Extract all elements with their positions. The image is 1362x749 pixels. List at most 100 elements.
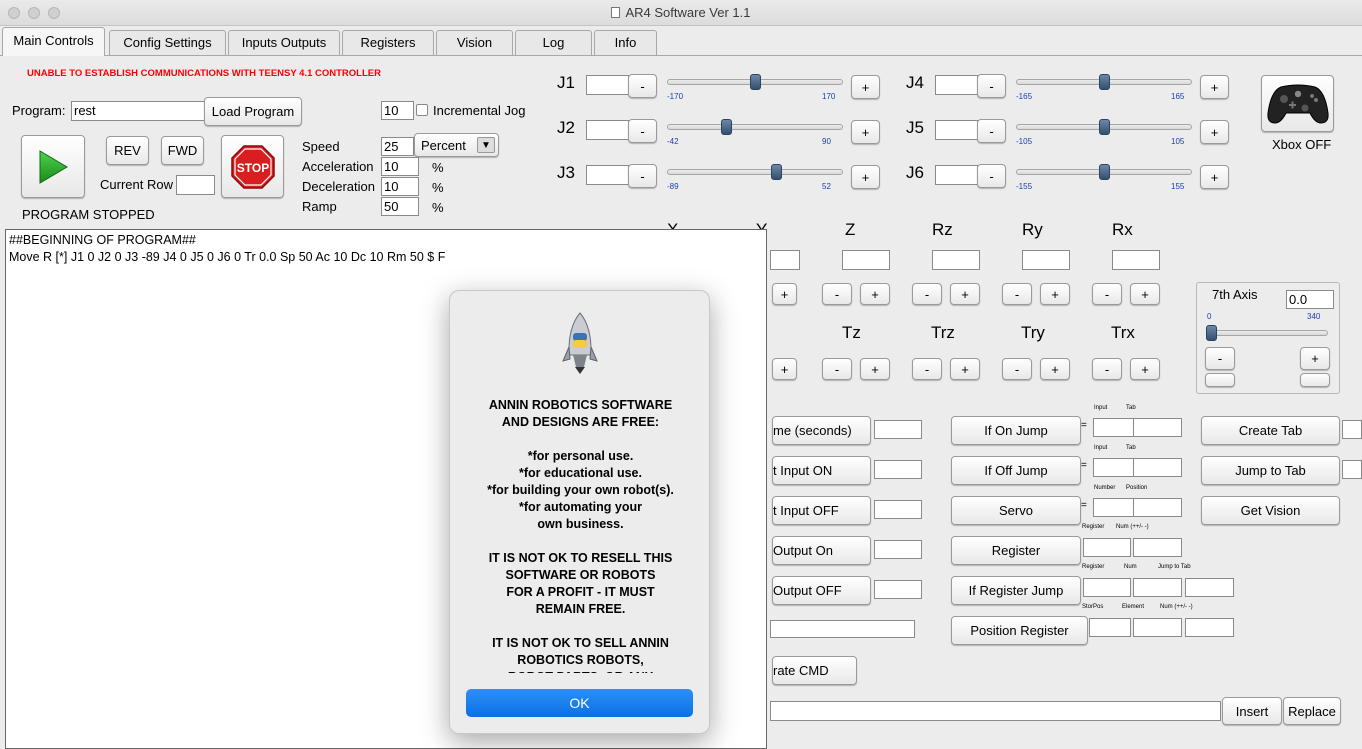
jump-to-tab-button[interactable]: Jump to Tab (1201, 456, 1340, 485)
if-on-input-field[interactable] (1093, 418, 1134, 437)
stop-button[interactable]: STOP (221, 135, 284, 198)
ry-plus-button[interactable]: + (1040, 283, 1070, 305)
command-entry-input[interactable] (770, 701, 1221, 721)
z-plus-button[interactable]: + (860, 283, 890, 305)
axis7-value-input[interactable]: 0.0 (1286, 290, 1334, 309)
try-plus-button[interactable]: + (1040, 358, 1070, 380)
j4-minus-button[interactable]: - (977, 74, 1006, 98)
wait-input-on-button[interactable]: t Input ON (772, 456, 871, 485)
axis7-slider-track[interactable] (1206, 330, 1328, 336)
wait-time-button[interactable]: me (seconds) (772, 416, 871, 445)
try-minus-button[interactable]: - (1002, 358, 1032, 380)
rev-button[interactable]: REV (106, 136, 149, 165)
rx-value-input[interactable] (1112, 250, 1160, 270)
j5-angle-input[interactable] (935, 120, 978, 140)
if-on-jump-button[interactable]: If On Jump (951, 416, 1081, 445)
if-register-num-field[interactable] (1133, 578, 1182, 597)
ok-button[interactable]: OK (466, 689, 693, 717)
servo-position-field[interactable] (1133, 498, 1182, 517)
servo-number-field[interactable] (1093, 498, 1134, 517)
calculate-cmd-button[interactable]: rate CMD (772, 656, 857, 685)
if-register-jump-button[interactable]: If Register Jump (951, 576, 1081, 605)
servo-button[interactable]: Servo (951, 496, 1081, 525)
z-value-input[interactable] (842, 250, 890, 270)
rz-value-input[interactable] (932, 250, 980, 270)
j5-plus-button[interactable]: + (1200, 120, 1229, 144)
trx-plus-button[interactable]: + (1130, 358, 1160, 380)
tab-config-settings[interactable]: Config Settings (109, 30, 226, 55)
tab-info[interactable]: Info (594, 30, 657, 55)
j2-plus-button[interactable]: + (851, 120, 880, 144)
j6-plus-button[interactable]: + (1200, 165, 1229, 189)
output-on-input[interactable] (874, 540, 922, 559)
fwd-button[interactable]: FWD (161, 136, 204, 165)
acceleration-input[interactable]: 10 (381, 157, 419, 176)
xbox-button[interactable] (1261, 75, 1334, 132)
deceleration-input[interactable]: 10 (381, 177, 419, 196)
position-register-button[interactable]: Position Register (951, 616, 1088, 645)
rz-minus-button[interactable]: - (912, 283, 942, 305)
tz-plus-button[interactable]: + (860, 358, 890, 380)
j1-slider-thumb[interactable] (750, 74, 761, 90)
wait-input-on-input[interactable] (874, 460, 922, 479)
rx-plus-button[interactable]: + (1130, 283, 1160, 305)
trz-plus-button[interactable]: + (950, 358, 980, 380)
register-field[interactable] (1083, 538, 1131, 557)
position-register-num-field[interactable] (1185, 618, 1234, 637)
j1-minus-button[interactable]: - (628, 74, 657, 98)
rx-minus-button[interactable]: - (1092, 283, 1122, 305)
y-plus-button[interactable]: + (772, 283, 797, 305)
j1-plus-button[interactable]: + (851, 75, 880, 99)
j2-minus-button[interactable]: - (628, 119, 657, 143)
trx-minus-button[interactable]: - (1092, 358, 1122, 380)
output-off-input[interactable] (874, 580, 922, 599)
incremental-jog-checkbox[interactable] (416, 104, 428, 116)
j6-angle-input[interactable] (935, 165, 978, 185)
tab-inputs-outputs[interactable]: Inputs Outputs (228, 30, 340, 55)
program-line[interactable]: ##BEGINNING OF PROGRAM## (9, 232, 766, 249)
j3-plus-button[interactable]: + (851, 165, 880, 189)
tz-minus-button[interactable]: - (822, 358, 852, 380)
trz-minus-button[interactable]: - (912, 358, 942, 380)
if-off-tab-field[interactable] (1133, 458, 1182, 477)
j2-angle-input[interactable] (586, 120, 629, 140)
create-tab-input[interactable] (1342, 420, 1362, 439)
j3-minus-button[interactable]: - (628, 164, 657, 188)
tab-main-controls[interactable]: Main Controls (2, 27, 105, 56)
j6-minus-button[interactable]: - (977, 164, 1006, 188)
j6-slider-thumb[interactable] (1099, 164, 1110, 180)
j2-slider-thumb[interactable] (721, 119, 732, 135)
rz-plus-button[interactable]: + (950, 283, 980, 305)
output-on-button[interactable]: Output On (772, 536, 871, 565)
ry-value-input[interactable] (1022, 250, 1070, 270)
jog-increment-input[interactable]: 10 (381, 101, 414, 120)
tab-log[interactable]: Log (515, 30, 592, 55)
if-register-field[interactable] (1083, 578, 1131, 597)
j4-plus-button[interactable]: + (1200, 75, 1229, 99)
j3-slider-track[interactable] (667, 169, 843, 175)
register-button[interactable]: Register (951, 536, 1081, 565)
axis7-minus-extra-button[interactable] (1205, 373, 1235, 387)
program-line[interactable]: Move R [*] J1 0 J2 0 J3 -89 J4 0 J5 0 J6… (9, 249, 766, 266)
j3-slider-thumb[interactable] (771, 164, 782, 180)
ramp-input[interactable]: 50 (381, 197, 419, 216)
axis7-minus-button[interactable]: - (1205, 347, 1235, 370)
axis7-plus-extra-button[interactable] (1300, 373, 1330, 387)
wait-input-off-input[interactable] (874, 500, 922, 519)
register-num-field[interactable] (1133, 538, 1182, 557)
j4-slider-thumb[interactable] (1099, 74, 1110, 90)
replace-button[interactable]: Replace (1283, 697, 1341, 725)
create-tab-button[interactable]: Create Tab (1201, 416, 1340, 445)
tab-vision[interactable]: Vision (436, 30, 513, 55)
jump-to-tab-input[interactable] (1342, 460, 1362, 479)
y-value-input[interactable] (770, 250, 800, 270)
j5-minus-button[interactable]: - (977, 119, 1006, 143)
if-register-tab-field[interactable] (1185, 578, 1234, 597)
current-row-input[interactable] (176, 175, 215, 195)
wait-time-input[interactable] (874, 420, 922, 439)
speed-input[interactable]: 25 (381, 137, 414, 156)
j5-slider-thumb[interactable] (1099, 119, 1110, 135)
j4-angle-input[interactable] (935, 75, 978, 95)
tab-registers[interactable]: Registers (342, 30, 434, 55)
ry-minus-button[interactable]: - (1002, 283, 1032, 305)
